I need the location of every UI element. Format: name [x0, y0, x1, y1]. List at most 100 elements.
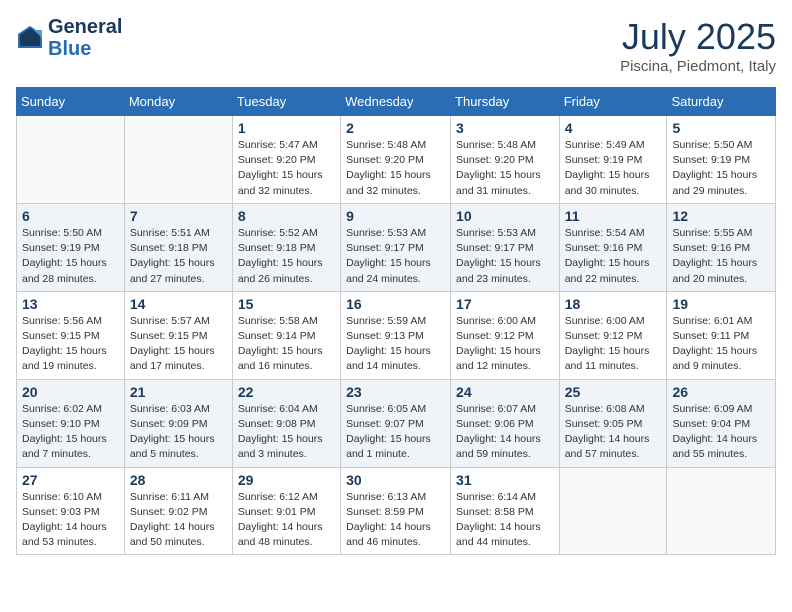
day-number: 25 [565, 384, 662, 400]
day-number: 11 [565, 208, 662, 224]
calendar-cell: 24 Sunrise: 6:07 AM Sunset: 9:06 PM Dayli… [451, 379, 560, 467]
logo-line2: Blue [48, 38, 122, 60]
day-number: 20 [22, 384, 119, 400]
title-block: July 2025 Piscina, Piedmont, Italy [620, 16, 776, 75]
calendar-cell: 3Sunrise: 5:48 AM Sunset: 9:20 PM Daylig… [451, 116, 560, 204]
day-info: Sunrise: 6:00 AM Sunset: 9:12 PM Dayligh… [456, 314, 554, 375]
calendar-cell: 9Sunrise: 5:53 AM Sunset: 9:17 PM Daylig… [341, 203, 451, 291]
day-number: 8 [238, 208, 335, 224]
day-info: Sunrise: 5:47 AM Sunset: 9:20 PM Dayligh… [238, 138, 335, 199]
day-number: 12 [672, 208, 770, 224]
day-info: Sunrise: 5:59 AM Sunset: 9:13 PM Dayligh… [346, 314, 445, 375]
day-number: 7 [130, 208, 227, 224]
weekday-header: Sunday [17, 88, 125, 116]
weekday-header: Thursday [451, 88, 560, 116]
calendar-cell: 27Sunrise: 6:10 AM Sunset: 9:03 PM Dayli… [17, 467, 125, 555]
calendar-cell: 8 Sunrise: 5:52 AM Sunset: 9:18 PM Daylig… [232, 203, 340, 291]
calendar-cell: 29Sunrise: 6:12 AM Sunset: 9:01 PM Dayli… [232, 467, 340, 555]
day-number: 13 [22, 296, 119, 312]
day-info: Sunrise: 5:58 AM Sunset: 9:14 PM Dayligh… [238, 314, 335, 375]
calendar-cell: 7 Sunrise: 5:51 AM Sunset: 9:18 PM Daylig… [124, 203, 232, 291]
day-info: Sunrise: 6:08 AM Sunset: 9:05 PM Dayligh… [565, 402, 662, 463]
calendar-week-row: 20Sunrise: 6:02 AM Sunset: 9:10 PM Dayli… [17, 379, 776, 467]
month-title: July 2025 [620, 16, 776, 58]
day-info: Sunrise: 5:50 AM Sunset: 9:19 PM Dayligh… [22, 226, 119, 287]
calendar-cell: 25 Sunrise: 6:08 AM Sunset: 9:05 PM Dayli… [559, 379, 667, 467]
calendar-week-row: 27Sunrise: 6:10 AM Sunset: 9:03 PM Dayli… [17, 467, 776, 555]
day-number: 17 [456, 296, 554, 312]
weekday-header-row: SundayMondayTuesdayWednesdayThursdayFrid… [17, 88, 776, 116]
day-number: 21 [130, 384, 227, 400]
day-info: Sunrise: 5:49 AM Sunset: 9:19 PM Dayligh… [565, 138, 662, 199]
day-number: 16 [346, 296, 445, 312]
logo: General Blue [16, 16, 122, 60]
day-number: 4 [565, 120, 662, 136]
calendar-cell: 26 Sunrise: 6:09 AM Sunset: 9:04 PM Dayli… [667, 379, 776, 467]
day-info: Sunrise: 5:56 AM Sunset: 9:15 PM Dayligh… [22, 314, 119, 375]
day-info: Sunrise: 5:48 AM Sunset: 9:20 PM Dayligh… [346, 138, 445, 199]
weekday-header: Friday [559, 88, 667, 116]
day-number: 6 [22, 208, 119, 224]
weekday-header: Wednesday [341, 88, 451, 116]
day-number: 10 [456, 208, 554, 224]
calendar-cell: 10 Sunrise: 5:53 AM Sunset: 9:17 PM Dayli… [451, 203, 560, 291]
logo-line1: General [48, 16, 122, 38]
day-info: Sunrise: 6:07 AM Sunset: 9:06 PM Dayligh… [456, 402, 554, 463]
calendar-cell: 28 Sunrise: 6:11 AM Sunset: 9:02 PM Dayli… [124, 467, 232, 555]
day-info: Sunrise: 5:53 AM Sunset: 9:17 PM Dayligh… [456, 226, 554, 287]
calendar-table: SundayMondayTuesdayWednesdayThursdayFrid… [16, 87, 776, 555]
calendar-cell: 20Sunrise: 6:02 AM Sunset: 9:10 PM Dayli… [17, 379, 125, 467]
calendar-cell: 1 Sunrise: 5:47 AM Sunset: 9:20 PM Daylig… [232, 116, 340, 204]
day-info: Sunrise: 6:14 AM Sunset: 8:58 PM Dayligh… [456, 490, 554, 551]
calendar-cell [667, 467, 776, 555]
page-header: General Blue July 2025 Piscina, Piedmont… [16, 16, 776, 75]
day-number: 26 [672, 384, 770, 400]
day-info: Sunrise: 6:00 AM Sunset: 9:12 PM Dayligh… [565, 314, 662, 375]
weekday-header: Monday [124, 88, 232, 116]
calendar-cell: 16 Sunrise: 5:59 AM Sunset: 9:13 PM Dayli… [341, 291, 451, 379]
calendar-cell: 14Sunrise: 5:57 AM Sunset: 9:15 PM Dayli… [124, 291, 232, 379]
day-number: 9 [346, 208, 445, 224]
calendar-cell: 12Sunrise: 5:55 AM Sunset: 9:16 PM Dayli… [667, 203, 776, 291]
day-info: Sunrise: 6:05 AM Sunset: 9:07 PM Dayligh… [346, 402, 445, 463]
calendar-cell: 6 Sunrise: 5:50 AM Sunset: 9:19 PM Daylig… [17, 203, 125, 291]
day-number: 30 [346, 472, 445, 488]
calendar-cell: 13 Sunrise: 5:56 AM Sunset: 9:15 PM Dayli… [17, 291, 125, 379]
calendar-cell: 21 Sunrise: 6:03 AM Sunset: 9:09 PM Dayli… [124, 379, 232, 467]
calendar-cell [17, 116, 125, 204]
calendar-week-row: 1 Sunrise: 5:47 AM Sunset: 9:20 PM Daylig… [17, 116, 776, 204]
day-number: 22 [238, 384, 335, 400]
day-number: 28 [130, 472, 227, 488]
day-info: Sunrise: 5:52 AM Sunset: 9:18 PM Dayligh… [238, 226, 335, 287]
day-info: Sunrise: 5:57 AM Sunset: 9:15 PM Dayligh… [130, 314, 227, 375]
calendar-cell: 23 Sunrise: 6:05 AM Sunset: 9:07 PM Dayli… [341, 379, 451, 467]
day-info: Sunrise: 6:03 AM Sunset: 9:09 PM Dayligh… [130, 402, 227, 463]
location: Piscina, Piedmont, Italy [620, 58, 776, 75]
calendar-cell: 30 Sunrise: 6:13 AM Sunset: 8:59 PM Dayli… [341, 467, 451, 555]
calendar-cell: 5Sunrise: 5:50 AM Sunset: 9:19 PM Daylig… [667, 116, 776, 204]
day-info: Sunrise: 5:51 AM Sunset: 9:18 PM Dayligh… [130, 226, 227, 287]
weekday-header: Saturday [667, 88, 776, 116]
day-info: Sunrise: 6:11 AM Sunset: 9:02 PM Dayligh… [130, 490, 227, 551]
day-number: 1 [238, 120, 335, 136]
calendar-cell [559, 467, 667, 555]
calendar-cell: 2Sunrise: 5:48 AM Sunset: 9:20 PM Daylig… [341, 116, 451, 204]
day-number: 31 [456, 472, 554, 488]
calendar-week-row: 13 Sunrise: 5:56 AM Sunset: 9:15 PM Dayli… [17, 291, 776, 379]
calendar-cell: 22Sunrise: 6:04 AM Sunset: 9:08 PM Dayli… [232, 379, 340, 467]
weekday-header: Tuesday [232, 88, 340, 116]
day-number: 19 [672, 296, 770, 312]
day-info: Sunrise: 6:09 AM Sunset: 9:04 PM Dayligh… [672, 402, 770, 463]
day-number: 27 [22, 472, 119, 488]
calendar-cell: 4 Sunrise: 5:49 AM Sunset: 9:19 PM Daylig… [559, 116, 667, 204]
calendar-cell: 15Sunrise: 5:58 AM Sunset: 9:14 PM Dayli… [232, 291, 340, 379]
day-number: 23 [346, 384, 445, 400]
calendar-cell: 11 Sunrise: 5:54 AM Sunset: 9:16 PM Dayli… [559, 203, 667, 291]
calendar-cell: 17 Sunrise: 6:00 AM Sunset: 9:12 PM Dayli… [451, 291, 560, 379]
day-number: 29 [238, 472, 335, 488]
day-number: 24 [456, 384, 554, 400]
day-info: Sunrise: 6:01 AM Sunset: 9:11 PM Dayligh… [672, 314, 770, 375]
day-info: Sunrise: 5:48 AM Sunset: 9:20 PM Dayligh… [456, 138, 554, 199]
day-info: Sunrise: 6:13 AM Sunset: 8:59 PM Dayligh… [346, 490, 445, 551]
day-info: Sunrise: 5:54 AM Sunset: 9:16 PM Dayligh… [565, 226, 662, 287]
